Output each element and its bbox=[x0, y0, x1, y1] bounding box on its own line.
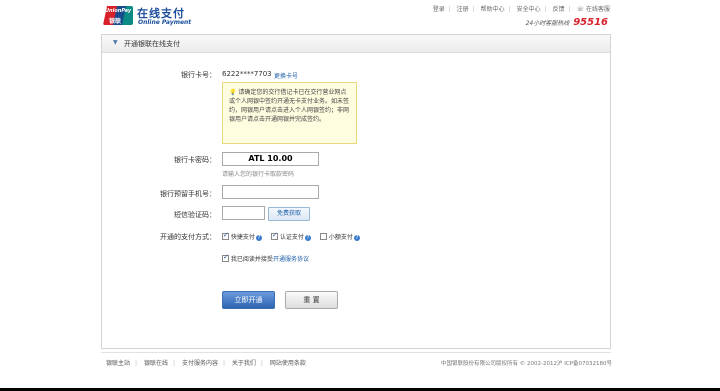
phone-input[interactable] bbox=[222, 185, 319, 199]
hotline: 24小时客服热线 95516 bbox=[526, 17, 608, 28]
page: UnionPay 银联 在线支付 Online Payment 登录 | 注册 | … bbox=[0, 0, 720, 391]
footer-link-terms[interactable]: 网站使用条款 bbox=[270, 360, 306, 367]
password-field-value: ATL 10.00 bbox=[248, 154, 293, 163]
get-sms-code-button[interactable]: 免费获取 bbox=[268, 207, 310, 221]
notice-text: 请确定您的交行借记卡已在交行营业网点或个人网银中签约开通无卡支付业务。如未签约，… bbox=[229, 89, 350, 123]
agree-text: 我已阅读并接受 bbox=[230, 256, 273, 263]
quick-pay-checkbox[interactable] bbox=[222, 231, 229, 240]
lightbulb-icon: 💡 bbox=[229, 89, 237, 96]
site-subtitle: Online Payment bbox=[138, 19, 192, 26]
footer-links: 银联主站 | 银联在线 | 支付服务内容 | 关于我们 | 网站使用条款 bbox=[106, 360, 306, 367]
method-auth-pay[interactable]: 认证支付? bbox=[271, 231, 311, 241]
payment-method-label: 开通的支付方式： bbox=[160, 233, 216, 241]
signing-notice: 💡 请确定您的交行借记卡已在交行营业网点或个人网银中签约开通无卡支付业务。如未签… bbox=[222, 82, 357, 144]
agree-checkbox[interactable] bbox=[222, 253, 229, 262]
footer-link-about-us[interactable]: 关于我们 bbox=[232, 360, 256, 367]
panel-title: 开通银联在线支付 bbox=[124, 40, 180, 48]
password-hint: 请输入您的银行卡取款密码 bbox=[222, 171, 295, 178]
panel-header: ▼ 开通银联在线支付 bbox=[102, 35, 610, 53]
agreement-row: 我已阅读并接受开通服务协议 bbox=[222, 253, 309, 263]
help-icon[interactable]: ? bbox=[353, 235, 360, 241]
footer-divider bbox=[101, 352, 611, 353]
register-link[interactable]: 注册 bbox=[457, 6, 469, 13]
quick-pay-label: 快捷支付 bbox=[230, 234, 255, 241]
service-agreement-link[interactable]: 开通服务协议 bbox=[273, 256, 309, 263]
copyright-text: 中国银联股份有限公司版权所有 © 2002-2012沪 ICP备07032180… bbox=[441, 361, 612, 367]
login-link[interactable]: 登录 bbox=[433, 6, 445, 13]
footer-link-unionpay-main[interactable]: 银联主站 bbox=[106, 360, 130, 367]
sms-code-label: 短信验证码： bbox=[174, 211, 216, 219]
footer-link-service-content[interactable]: 支付服务内容 bbox=[182, 360, 218, 367]
phone-label: 银行预留手机号： bbox=[160, 190, 216, 198]
help-center-link[interactable]: 帮助中心 bbox=[481, 6, 505, 13]
headset-icon: ☏ bbox=[576, 6, 585, 13]
card-number-value: 6222****7703 bbox=[222, 70, 272, 78]
auth-pay-checkbox[interactable] bbox=[271, 231, 278, 240]
hotline-label: 24小时客服热线 bbox=[525, 20, 570, 27]
feedback-link[interactable]: 反馈 bbox=[553, 6, 565, 13]
card-number-label: 银行卡号： bbox=[181, 71, 216, 79]
micro-pay-checkbox[interactable] bbox=[320, 233, 327, 240]
method-quick-pay[interactable]: 快捷支付? bbox=[222, 231, 262, 241]
header: UnionPay 银联 在线支付 Online Payment 登录 | 注册 | … bbox=[0, 0, 720, 32]
change-card-link[interactable]: 更换卡号 bbox=[274, 71, 298, 80]
logo-brand-en: UnionPay bbox=[105, 8, 132, 14]
sms-code-input[interactable] bbox=[222, 206, 265, 220]
open-now-button[interactable]: 立即开通 bbox=[222, 291, 275, 309]
security-center-link[interactable]: 安全中心 bbox=[517, 6, 541, 13]
hotline-number: 95516 bbox=[573, 17, 608, 28]
help-icon[interactable]: ? bbox=[304, 235, 311, 241]
auth-pay-label: 认证支付 bbox=[279, 234, 304, 241]
top-links: 登录 | 注册 | 帮助中心 | 安全中心 | 反馈 | ☏ 在线客服 bbox=[432, 4, 610, 13]
chevron-down-icon: ▼ bbox=[113, 39, 118, 46]
footer-link-unionpay-online[interactable]: 银联在线 bbox=[144, 360, 168, 367]
online-service-link[interactable]: ☏ 在线客服 bbox=[577, 4, 610, 13]
unionpay-logo: UnionPay 银联 bbox=[103, 6, 133, 25]
logo-brand-cn: 银联 bbox=[109, 18, 122, 25]
method-micro-pay[interactable]: 小额支付? bbox=[320, 232, 360, 241]
reset-button[interactable]: 重 置 bbox=[285, 291, 338, 309]
password-field[interactable]: ATL 10.00 bbox=[222, 152, 319, 166]
online-service-label: 在线客服 bbox=[585, 6, 610, 13]
micro-pay-label: 小额支付 bbox=[328, 234, 353, 241]
password-label: 银行卡密码： bbox=[174, 156, 216, 164]
help-icon[interactable]: ? bbox=[255, 235, 262, 241]
